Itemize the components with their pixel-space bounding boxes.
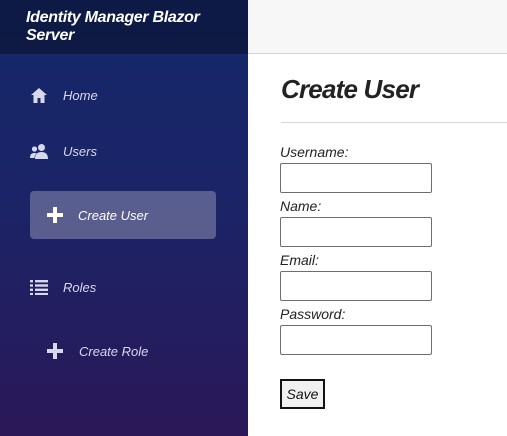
plus-icon bbox=[46, 206, 64, 224]
app-brand[interactable]: Identity Manager Blazor Server bbox=[0, 0, 248, 54]
name-input[interactable] bbox=[280, 217, 432, 247]
email-input[interactable] bbox=[280, 271, 432, 301]
password-input[interactable] bbox=[280, 325, 432, 355]
email-label: Email: bbox=[280, 252, 319, 268]
home-icon bbox=[30, 86, 48, 104]
nav-item-create-role[interactable]: Create Role bbox=[46, 340, 148, 362]
nav-item-label: Create Role bbox=[79, 343, 149, 359]
top-bar bbox=[248, 0, 507, 54]
nav-item-create-user[interactable]: Create User bbox=[30, 191, 216, 239]
main-content: Create User Username: Name: Email: Passw… bbox=[248, 54, 507, 436]
nav-item-roles[interactable]: Roles bbox=[30, 276, 96, 298]
title-divider bbox=[281, 122, 507, 123]
nav-item-label: Roles bbox=[63, 279, 97, 295]
nav-item-label: Users bbox=[63, 143, 97, 159]
username-label: Username: bbox=[280, 144, 349, 160]
sidebar: Identity Manager Blazor Server Home User… bbox=[0, 0, 248, 436]
username-input[interactable] bbox=[280, 163, 432, 193]
save-button[interactable]: Save bbox=[280, 379, 325, 409]
name-label: Name: bbox=[280, 198, 322, 214]
users-icon bbox=[30, 142, 48, 160]
nav-item-label: Create User bbox=[78, 207, 149, 223]
password-label: Password: bbox=[280, 306, 346, 322]
page-title: Create User bbox=[281, 74, 419, 104]
list-icon bbox=[30, 278, 48, 296]
nav-item-home[interactable]: Home bbox=[30, 84, 98, 106]
nav-item-users[interactable]: Users bbox=[30, 140, 97, 162]
nav-item-label: Home bbox=[63, 87, 98, 103]
plus-icon bbox=[46, 342, 64, 360]
